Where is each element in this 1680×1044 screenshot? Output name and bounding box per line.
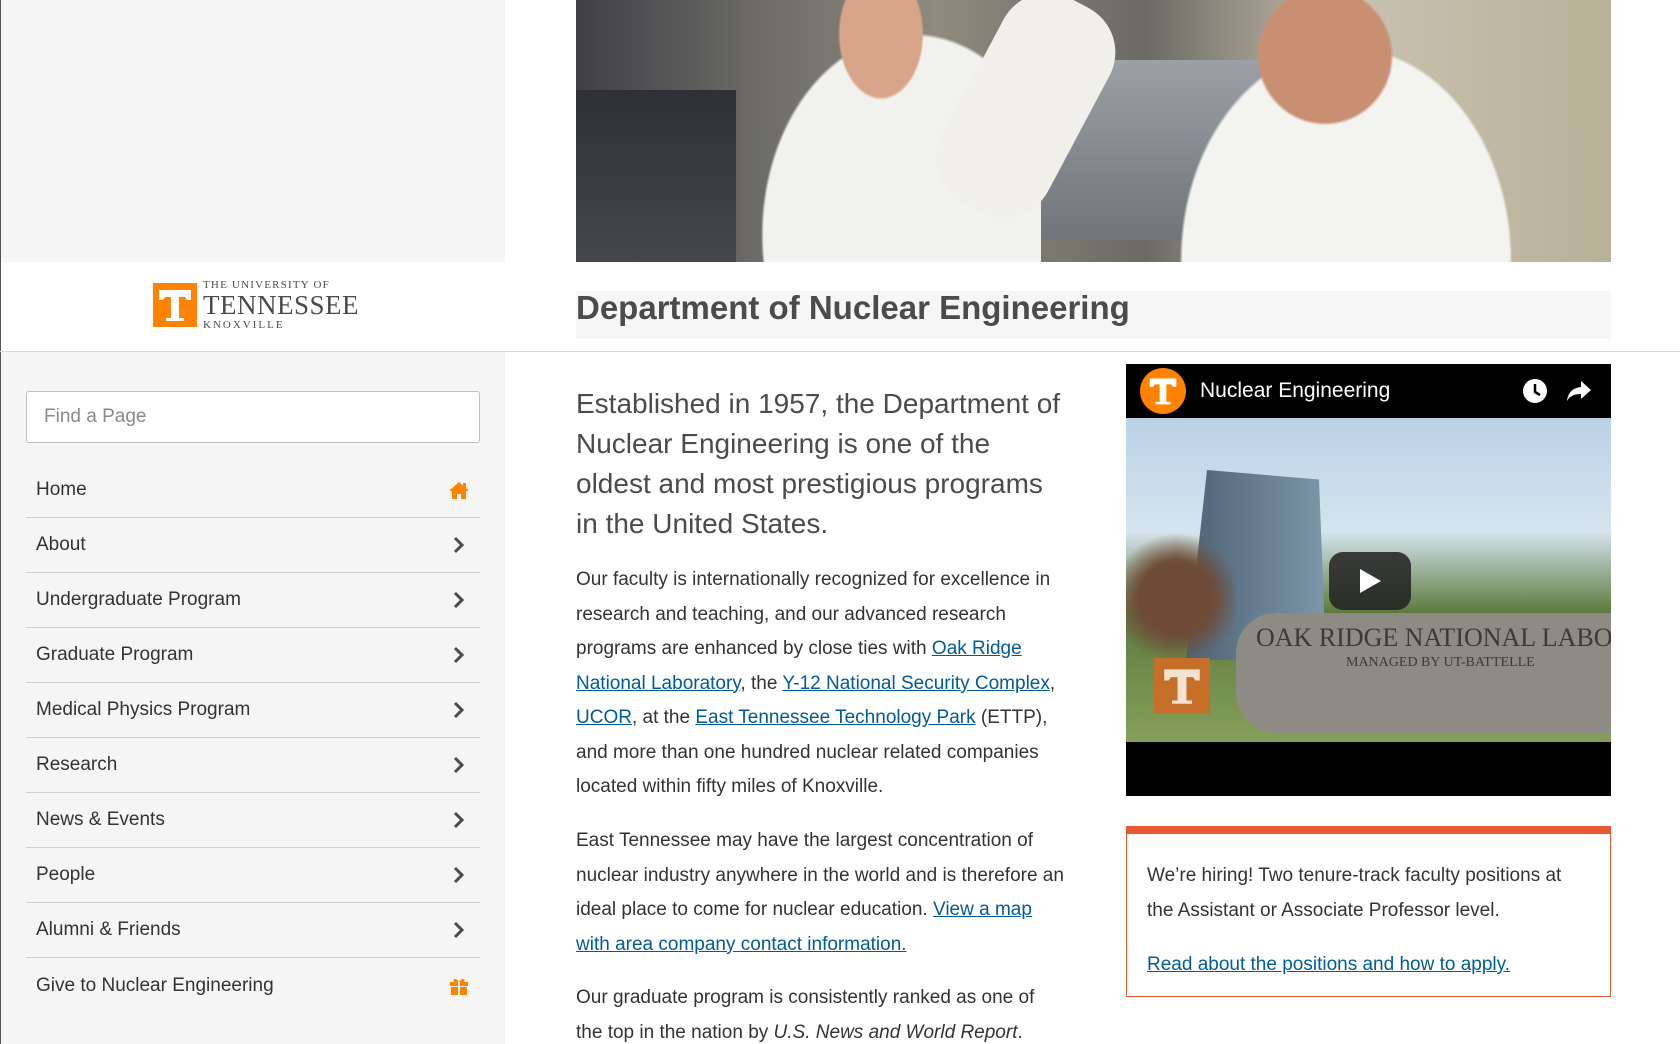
sidebar-item-label: Research: [36, 754, 118, 775]
link-y12[interactable]: Y-12 National Security Complex: [782, 673, 1050, 694]
sidebar-item-alumni-friends[interactable]: Alumni & Friends: [26, 903, 480, 958]
sidebar-item-about[interactable]: About: [26, 518, 480, 573]
logo-line-2: TENNESSEE: [203, 289, 359, 320]
play-icon: [1360, 569, 1381, 593]
sidebar-item-label: Undergraduate Program: [36, 589, 241, 610]
thumbnail-sign-text: OAK RIDGE NATIONAL LABORA: [1256, 623, 1611, 652]
university-logo[interactable]: THE UNIVERSITY OF TENNESSEE KNOXVILLE: [153, 278, 359, 331]
link-ettp[interactable]: East Tennessee Technology Park: [695, 707, 975, 728]
sidebar-item-label: Medical Physics Program: [36, 699, 251, 720]
hiring-callout: We’re hiring! Two tenure-track faculty p…: [1126, 826, 1611, 997]
find-page-input[interactable]: [26, 391, 480, 443]
sidebar-item-medical-physics[interactable]: Medical Physics Program: [26, 683, 480, 738]
link-ucor[interactable]: UCOR: [576, 707, 632, 728]
paragraph-faculty: Our faculty is internationally recognize…: [576, 563, 1066, 805]
logo-line-3: KNOXVILLE: [203, 318, 285, 331]
sidebar-item-graduate[interactable]: Graduate Program: [26, 628, 480, 683]
page-title: Department of Nuclear Engineering: [576, 289, 1130, 326]
chevron-right-icon: [448, 644, 470, 666]
chevron-right-icon: [448, 864, 470, 886]
text-run: , at the: [631, 707, 696, 728]
text-run: , the: [740, 672, 783, 694]
sidebar-item-label: Give to Nuclear Engineering: [36, 974, 274, 996]
hiring-link[interactable]: Read about the positions and how to appl…: [1147, 947, 1590, 982]
sidebar-nav: Home About Undergraduate Program Graduat…: [26, 463, 480, 1013]
channel-avatar[interactable]: [1140, 368, 1186, 414]
paragraph-east-tennessee: East Tennessee may have the largest conc…: [576, 824, 1066, 962]
hiring-text: We’re hiring! Two tenure-track faculty p…: [1147, 865, 1562, 921]
logo-wordmark: THE UNIVERSITY OF TENNESSEE KNOXVILLE: [203, 278, 359, 331]
hero-researcher-right: [1136, 0, 1556, 262]
chevron-right-icon: [448, 919, 470, 941]
chevron-right-icon: [448, 534, 470, 556]
usnews-title: U.S. News and World Report: [773, 1021, 1018, 1043]
sidebar-item-label: News & Events: [36, 809, 165, 830]
logo-line-1: THE UNIVERSITY OF: [203, 278, 330, 291]
video-embed[interactable]: OAK RIDGE NATIONAL LABORA MANAGED BY UT-…: [1126, 364, 1611, 796]
thumbnail-sign-subtext: MANAGED BY UT-BATTELLE: [1346, 655, 1535, 670]
chevron-right-icon: [448, 699, 470, 721]
play-button[interactable]: [1329, 552, 1411, 610]
hero-lab-equipment: [576, 90, 736, 262]
chevron-right-icon: [448, 754, 470, 776]
power-t-flag-icon: [1154, 658, 1210, 714]
sidebar-item-label: Home: [36, 479, 87, 500]
share-icon[interactable]: [1561, 373, 1597, 409]
sidebar-item-label: Graduate Program: [36, 644, 194, 665]
power-t-icon: [153, 283, 197, 327]
sidebar-item-home[interactable]: Home: [26, 463, 480, 518]
video-title[interactable]: Nuclear Engineering: [1200, 379, 1509, 403]
sidebar-item-research[interactable]: Research: [26, 738, 480, 793]
sidebar-item-label: About: [36, 534, 86, 555]
sidebar-item-undergraduate[interactable]: Undergraduate Program: [26, 573, 480, 628]
chevron-right-icon: [448, 589, 470, 611]
home-icon: [448, 479, 470, 501]
hero-image: [576, 0, 1611, 262]
paragraph-ranking: Our graduate program is consistently ran…: [576, 981, 1066, 1044]
thumbnail-tree: [1126, 528, 1236, 668]
intro-text: Established in 1957, the Department of N…: [576, 388, 1061, 539]
sidebar-item-people[interactable]: People: [26, 848, 480, 903]
sidebar-top-area: [0, 0, 505, 262]
sidebar-item-news-events[interactable]: News & Events: [26, 793, 480, 848]
video-header: Nuclear Engineering: [1126, 364, 1611, 418]
chevron-right-icon: [448, 809, 470, 831]
gift-icon: [448, 975, 470, 997]
text-run: ,: [1049, 672, 1056, 694]
sidebar-item-label: Alumni & Friends: [36, 919, 181, 940]
sidebar-item-give[interactable]: Give to Nuclear Engineering: [26, 958, 480, 1013]
watch-later-icon[interactable]: [1517, 373, 1553, 409]
sidebar-item-label: People: [36, 864, 96, 885]
text-run: .: [1017, 1021, 1023, 1043]
